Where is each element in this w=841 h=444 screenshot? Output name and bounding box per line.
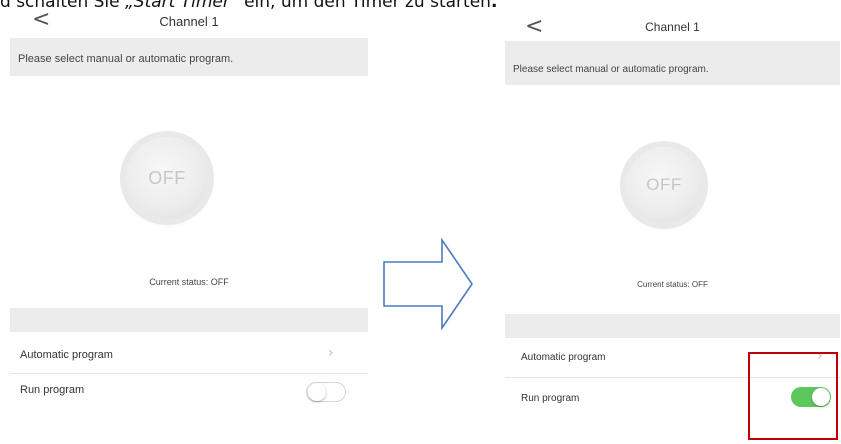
- page-title: Channel 1: [159, 14, 219, 29]
- current-status: Current status: OFF: [637, 280, 708, 289]
- screen-before: < Channel 1 Please select manual or auto…: [10, 10, 368, 414]
- power-button[interactable]: OFF: [626, 147, 702, 223]
- run-program-label: Run program: [521, 393, 580, 404]
- program-hint: Please select manual or automatic progra…: [505, 41, 840, 85]
- chevron-right-icon: ›: [328, 345, 334, 361]
- toggle-highlight-box: [748, 352, 838, 440]
- run-program-label: Run program: [20, 384, 85, 396]
- power-button[interactable]: OFF: [126, 137, 208, 219]
- section-divider: [10, 308, 368, 332]
- caption-end-mark: .: [490, 0, 498, 12]
- toggle-knob: [308, 383, 326, 401]
- run-program-row: Run program: [10, 374, 368, 414]
- nav-bar: < Channel 1: [505, 14, 840, 42]
- run-program-toggle[interactable]: [306, 382, 346, 402]
- automatic-program-label: Automatic program: [521, 352, 606, 363]
- automatic-program-label: Automatic program: [20, 349, 113, 361]
- power-button-label: OFF: [646, 175, 682, 194]
- program-hint: Please select manual or automatic progra…: [10, 38, 368, 76]
- nav-bar: < Channel 1: [10, 10, 368, 38]
- page-title: Channel 1: [645, 20, 700, 34]
- current-status: Current status: OFF: [149, 277, 229, 287]
- automatic-program-row[interactable]: Automatic program ›: [10, 332, 368, 374]
- power-button-label: OFF: [148, 167, 186, 188]
- arrow-right-icon: [383, 238, 473, 330]
- section-divider: [505, 314, 840, 338]
